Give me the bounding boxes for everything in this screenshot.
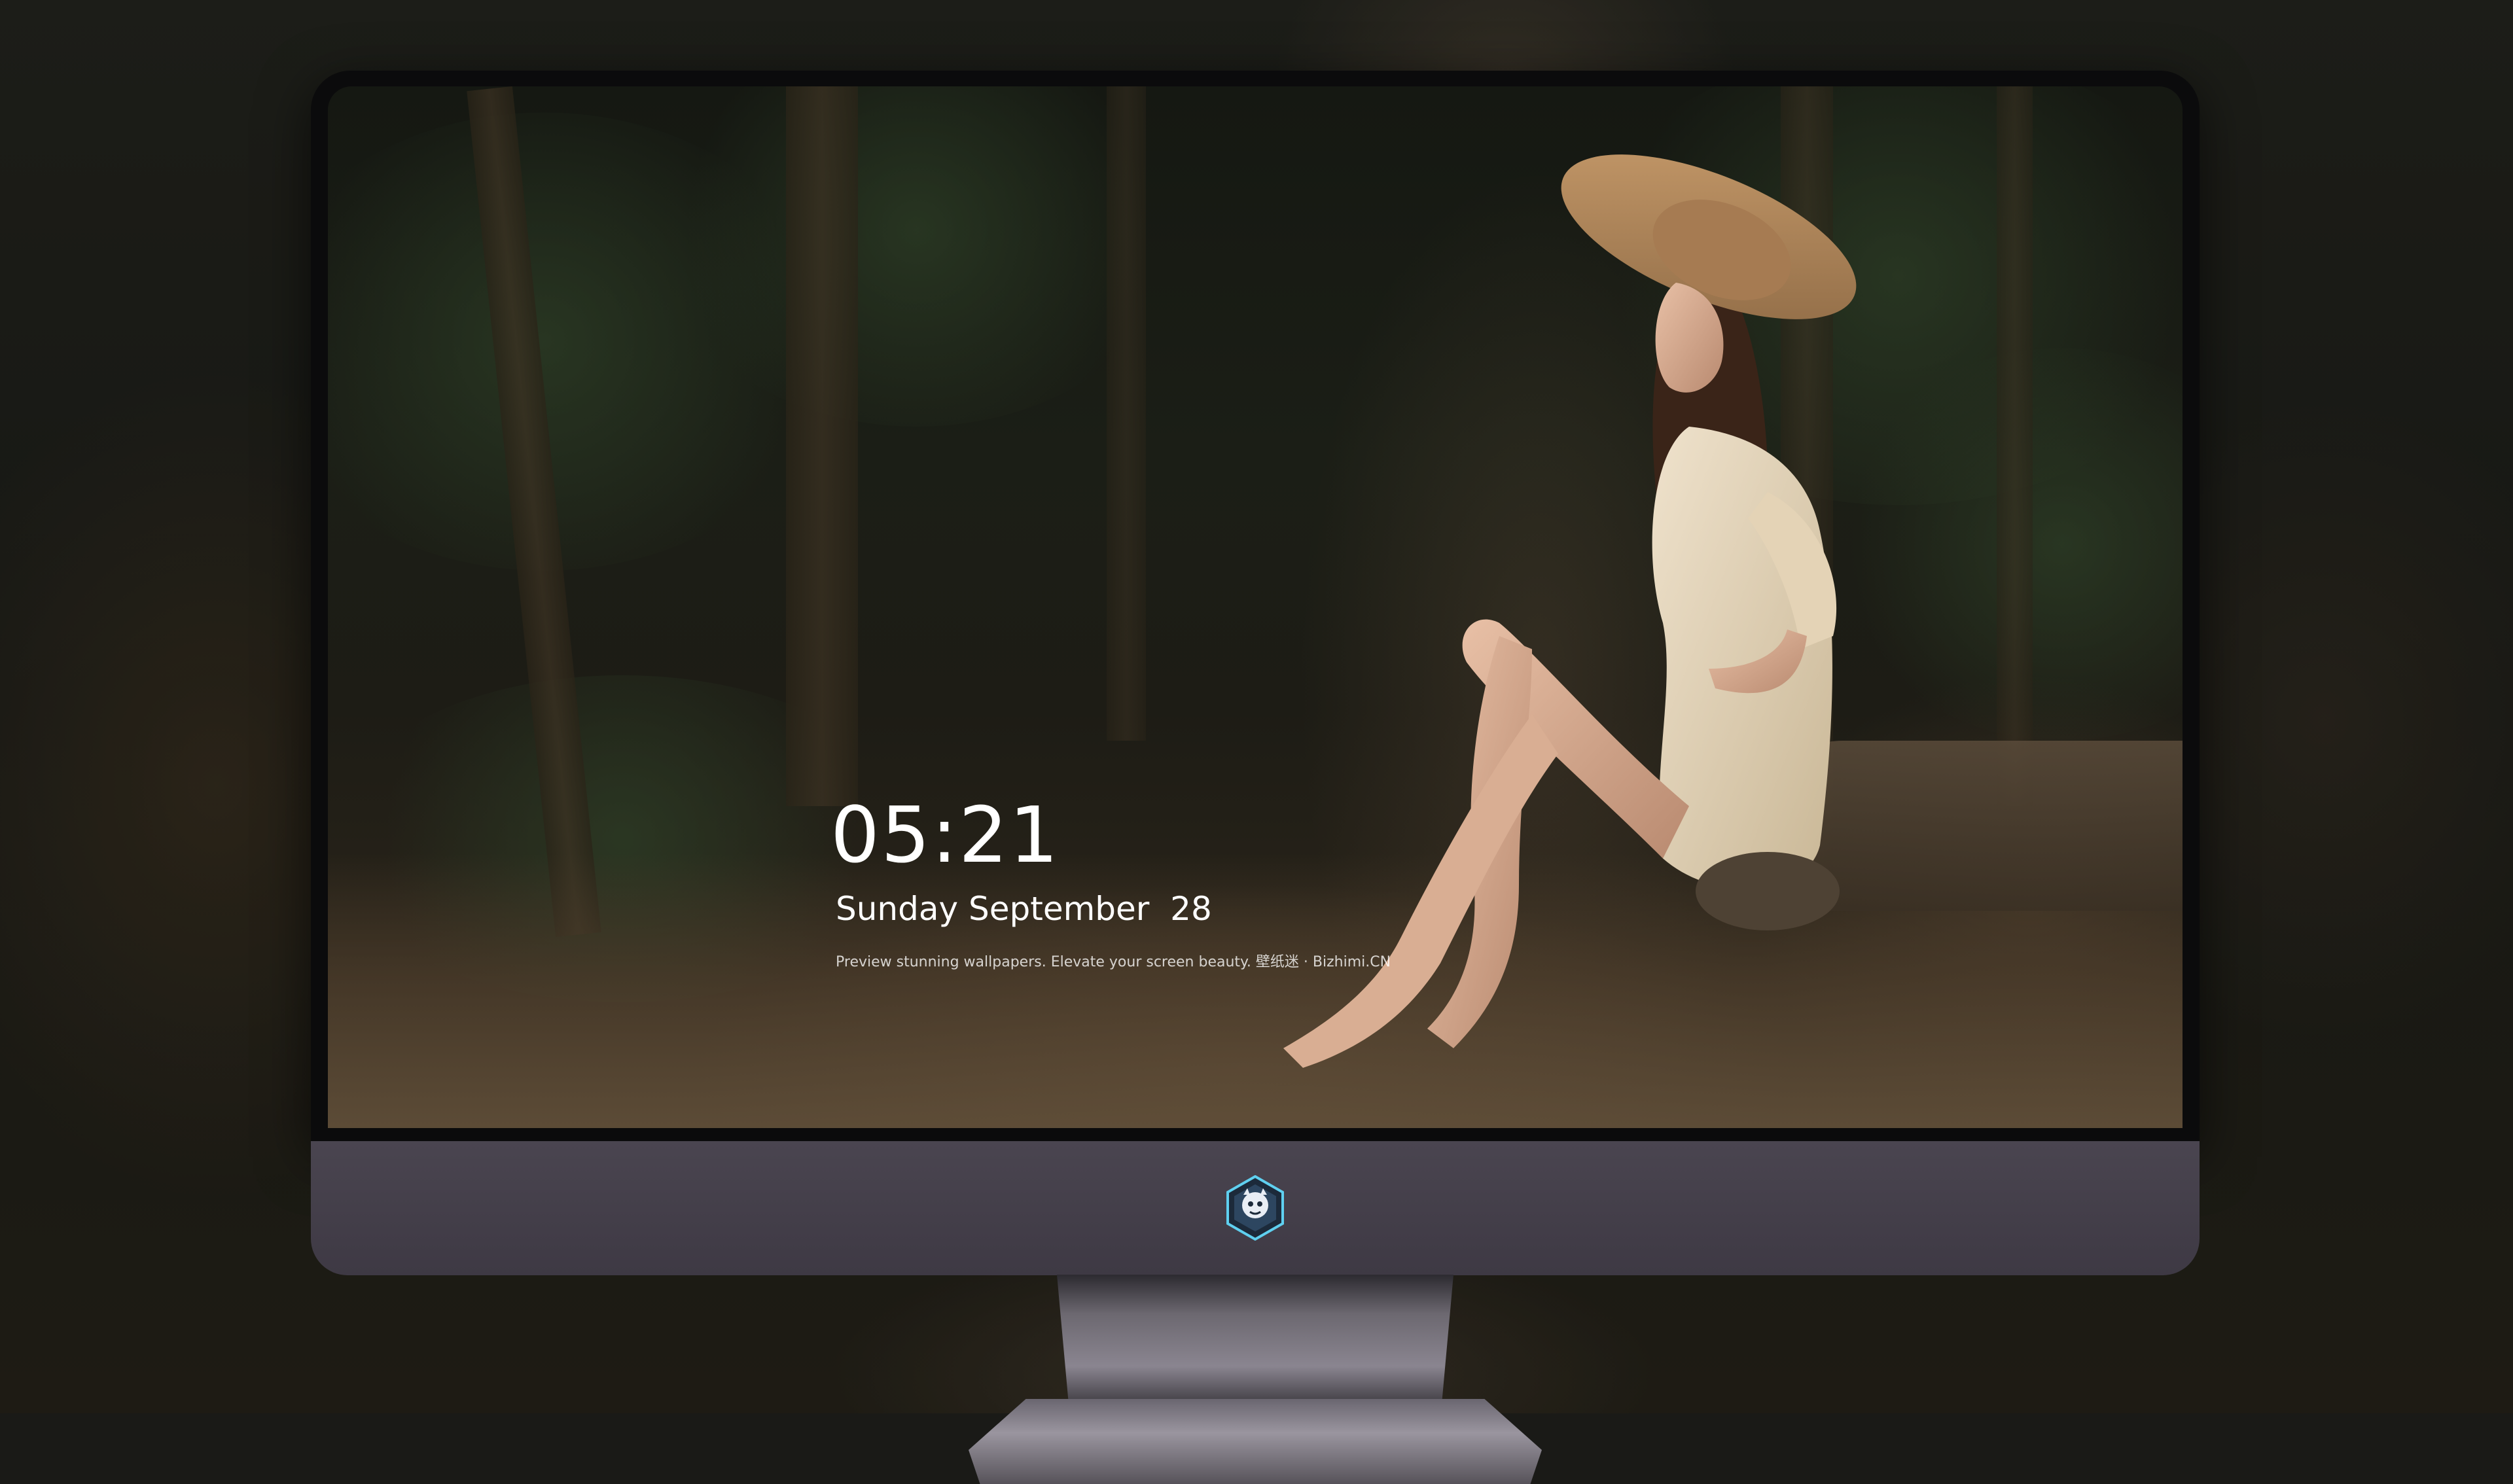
monitor-stand-neck xyxy=(1057,1275,1453,1405)
monitor-bezel: 05:21 Sunday September 28 Preview stunni… xyxy=(311,71,2200,1144)
gear-dragon-logo xyxy=(1226,1175,1284,1241)
lock-screen[interactable]: 05:21 Sunday September 28 Preview stunni… xyxy=(328,86,2183,1128)
imac-monitor: 05:21 Sunday September 28 Preview stunni… xyxy=(311,71,2200,1484)
lock-screen-time: 05:21 xyxy=(830,790,1060,880)
monitor-chin xyxy=(311,1141,2200,1275)
wallpaper-caption: Preview stunning wallpapers. Elevate you… xyxy=(836,954,1391,970)
lock-screen-date: Sunday September 28 xyxy=(836,890,1212,928)
wallpaper-figure xyxy=(1283,154,1857,1068)
monitor-stand-base xyxy=(969,1399,1542,1484)
